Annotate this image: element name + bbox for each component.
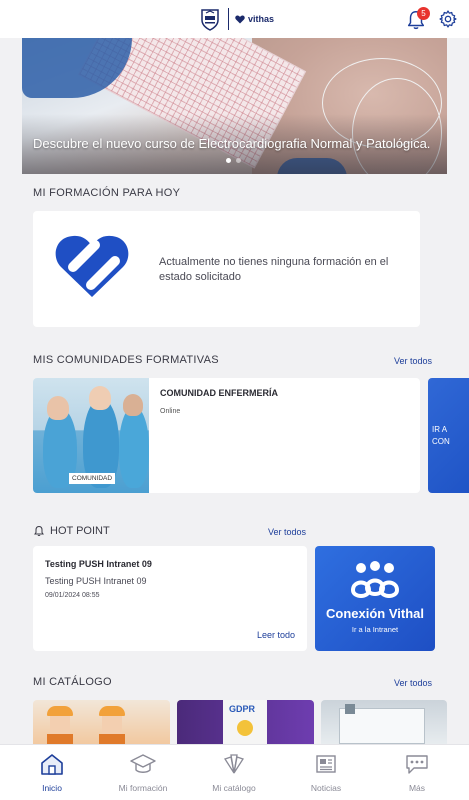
- tab-label: Mi formación: [118, 783, 168, 793]
- catalog-image-figure: [99, 706, 125, 744]
- brand-name: vithas: [248, 14, 275, 24]
- hot-point-item-title: Testing PUSH Intranet 09: [45, 559, 152, 569]
- chat-more-icon: [406, 755, 428, 774]
- banner-caption: Descubre el nuevo curso de Electrocardio…: [33, 136, 431, 151]
- communities-see-all-link[interactable]: Ver todos: [394, 356, 432, 366]
- community-image: COMUNIDAD: [33, 378, 149, 493]
- catalog-image-figure: [47, 706, 73, 744]
- home-icon: [41, 754, 63, 775]
- gear-icon[interactable]: [438, 9, 458, 29]
- catalog-item[interactable]: GDPR: [177, 700, 314, 744]
- community-peek-text: IR A CON: [432, 425, 450, 446]
- catalog-item[interactable]: [321, 700, 447, 744]
- community-image-figure: [119, 406, 149, 488]
- tab-label: Noticias: [310, 783, 342, 793]
- hot-point-item-subtitle: Testing PUSH Intranet 09: [45, 576, 147, 586]
- graduation-cap-icon: [130, 754, 156, 773]
- app-logo: vithas: [198, 7, 274, 31]
- bell-outline-icon: [34, 525, 44, 537]
- community-name: COMUNIDAD ENFERMERÍA: [160, 388, 278, 398]
- logo-divider: [228, 8, 229, 30]
- vithal-subtitle: Ir a la Intranet: [351, 625, 399, 634]
- hot-point-card[interactable]: Testing PUSH Intranet 09 Testing PUSH In…: [33, 546, 307, 651]
- promo-banner[interactable]: Descubre el nuevo curso de Electrocardio…: [22, 38, 447, 174]
- tab-mas[interactable]: Más: [377, 753, 457, 793]
- tab-mi-formacion[interactable]: Mi formación: [103, 753, 183, 793]
- tab-label: Inicio: [42, 783, 62, 793]
- gdpr-badge: GDPR: [223, 700, 267, 744]
- newspaper-icon: [316, 755, 336, 773]
- communities-section-title: MIS COMUNIDADES FORMATIVAS: [33, 354, 219, 366]
- vithal-name: Conexión Vithal: [326, 606, 424, 621]
- formation-section-title: MI FORMACIÓN PARA HOY: [33, 187, 181, 199]
- vithal-people-icon: [350, 561, 400, 598]
- catalog-item[interactable]: [33, 700, 170, 744]
- hot-point-section-title: HOT POINT: [33, 525, 110, 537]
- community-tag: COMUNIDAD: [69, 473, 116, 484]
- community-image-figure: [123, 394, 143, 416]
- carousel-dot[interactable]: [236, 158, 241, 163]
- carousel-dot-active[interactable]: [226, 158, 231, 163]
- vithas-heart-icon: [55, 235, 129, 297]
- community-image-figure: [89, 386, 111, 410]
- community-card[interactable]: COMUNIDAD COMUNIDAD ENFERMERÍA Online: [33, 378, 420, 493]
- community-image-figure: [47, 396, 69, 420]
- formation-empty-message: Actualmente no tienes ninguna formación …: [159, 256, 389, 283]
- tab-inicio[interactable]: Inicio: [12, 753, 92, 793]
- tab-mi-catalogo[interactable]: Mi catálogo: [194, 753, 274, 793]
- catalog-fan-icon: [224, 754, 244, 774]
- bottom-tab-bar: Inicio Mi formación Mi catálogo Noticias: [0, 744, 469, 800]
- tab-label: Más: [408, 783, 426, 793]
- tab-noticias[interactable]: Noticias: [286, 753, 366, 793]
- catalog-image-clip: [345, 704, 355, 714]
- vithas-logo: vithas: [235, 14, 274, 24]
- notification-badge: 5: [417, 7, 430, 20]
- crest-icon: [201, 9, 219, 31]
- heart-logo-icon: [235, 15, 245, 23]
- gdpr-label: GDPR: [229, 704, 256, 714]
- hot-point-title: HOT POINT: [50, 525, 110, 537]
- hot-point-see-all-link[interactable]: Ver todos: [268, 527, 306, 537]
- catalog-see-all-link[interactable]: Ver todos: [394, 678, 432, 688]
- community-card-peek[interactable]: IR A CON: [428, 378, 469, 493]
- hot-point-item-date: 09/01/2024 08:55: [45, 592, 100, 599]
- catalog-section-title: MI CATÁLOGO: [33, 676, 112, 688]
- read-all-link[interactable]: Leer todo: [257, 630, 295, 640]
- community-mode: Online: [160, 408, 181, 415]
- formation-empty-card: Actualmente no tienes ninguna formación …: [33, 211, 420, 327]
- tab-label: Mi catálogo: [212, 783, 256, 793]
- top-app-bar: vithas 5: [0, 0, 469, 38]
- conexion-vithal-card[interactable]: Conexión Vithal Ir a la Intranet: [315, 546, 435, 651]
